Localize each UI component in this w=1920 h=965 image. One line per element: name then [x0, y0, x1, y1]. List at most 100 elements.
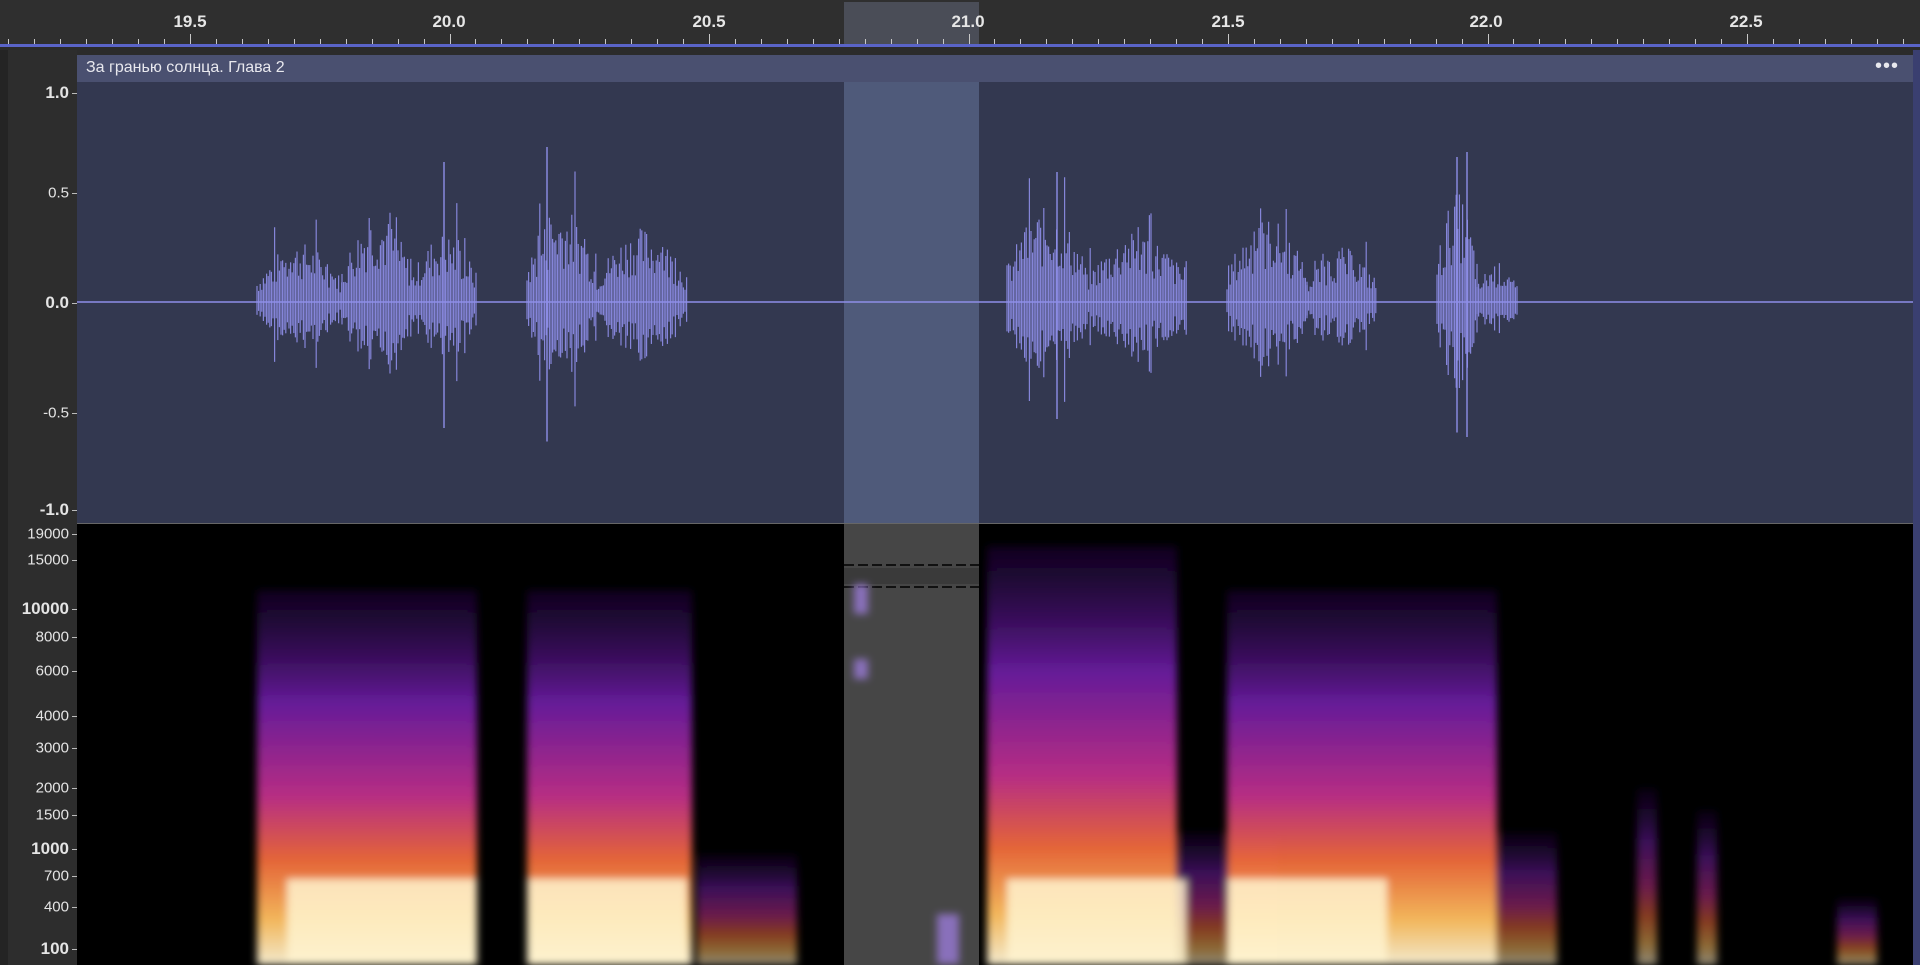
ruler-tick — [8, 39, 10, 44]
ruler-tick-label-22-5: 22.5 — [1729, 12, 1763, 31]
ruler-tick — [164, 39, 166, 44]
ruler-tick — [890, 39, 892, 44]
ruler-tick — [501, 39, 503, 44]
ruler-tick — [605, 39, 607, 44]
ruler-tick — [112, 39, 114, 44]
ruler-tick — [319, 39, 321, 44]
track-title: За гранью солнца. Глава 2 — [86, 59, 285, 76]
ruler-tick — [1357, 39, 1359, 44]
freq-label-8000: 8000 — [35, 628, 69, 646]
ruler-tick — [1202, 39, 1204, 44]
ruler-tick — [916, 39, 918, 44]
track-header[interactable]: За гранью солнца. Глава 2 ••• — [77, 55, 1913, 82]
ruler-tick — [1721, 39, 1723, 44]
track-right-border — [1913, 50, 1920, 965]
ruler-tick — [1046, 39, 1048, 44]
selection-energy — [937, 914, 959, 964]
ruler-tick-label-22-0: 22.0 — [1469, 12, 1503, 31]
ruler-tick — [1305, 39, 1307, 44]
ruler-tick — [1020, 39, 1022, 44]
ruler-tick — [241, 39, 243, 44]
ruler-tick — [683, 39, 685, 44]
freq-label-15000: 15000 — [27, 551, 69, 569]
amplitude-label-0-5: 0.5 — [48, 184, 69, 202]
ruler-tick — [267, 39, 269, 44]
ruler-tick — [1824, 39, 1826, 44]
ruler-tick — [994, 39, 996, 44]
ruler-tick — [1539, 39, 1541, 44]
amplitude-label-1-0: 1.0 — [45, 83, 69, 102]
spectrogram-energy — [1697, 810, 1717, 965]
ruler-tick — [397, 39, 399, 44]
ruler-tick — [1461, 39, 1463, 44]
ruler-tick — [1747, 34, 1748, 44]
selection-energy — [854, 659, 868, 679]
track-menu-button[interactable]: ••• — [1875, 55, 1899, 78]
ruler-tick — [60, 39, 62, 44]
ruler-tick — [864, 39, 866, 44]
ruler-tick — [215, 39, 217, 44]
ruler-tick — [1435, 39, 1437, 44]
ruler-tick — [734, 39, 736, 44]
amplitude-label-0-0: 0.0 — [45, 293, 69, 312]
ruler-tick — [709, 34, 710, 44]
selection-energy — [854, 584, 868, 614]
waveform-graphic — [77, 82, 1913, 523]
ruler-tick — [371, 39, 373, 44]
ruler-tick — [1150, 39, 1152, 44]
ruler-tick — [968, 34, 970, 44]
ruler-tick — [1331, 39, 1333, 44]
ruler-tick — [812, 39, 814, 44]
freq-label-100: 100 — [40, 939, 69, 958]
spectrogram-energy-low — [1007, 879, 1187, 965]
spectrogram-energy-low — [287, 879, 477, 965]
ruler-tick — [345, 39, 347, 44]
ruler-tick — [527, 39, 529, 44]
ruler-tick — [1253, 39, 1255, 44]
spectrogram-view[interactable] — [77, 524, 1913, 965]
ruler-tick — [449, 34, 451, 44]
ruler-tick — [1098, 39, 1100, 44]
ruler-tick — [942, 39, 944, 44]
ruler-tick — [1695, 39, 1697, 44]
spectrogram-energy — [697, 854, 797, 965]
ruler-tick — [190, 34, 191, 44]
ruler-tick — [838, 39, 840, 44]
ruler-tick — [553, 39, 555, 44]
freq-label-2000: 2000 — [35, 779, 69, 797]
waveform-view[interactable] — [77, 82, 1913, 523]
ruler-tick — [1228, 34, 1229, 44]
ruler-tick — [1850, 39, 1852, 44]
time-ruler[interactable]: 19.5 20.0 20.5 21.0 21.5 22.0 22.5 — [0, 0, 1920, 47]
ruler-tick — [1643, 39, 1645, 44]
amplitude-label-minus-1-0: -1.0 — [39, 500, 69, 519]
ruler-tick — [760, 39, 762, 44]
ruler-tick — [1617, 39, 1619, 44]
freq-label-1000: 1000 — [31, 839, 69, 858]
ruler-tick — [1409, 39, 1411, 44]
ruler-tick — [1772, 39, 1774, 44]
spectrogram-energy — [1497, 832, 1557, 965]
ruler-tick — [1487, 34, 1489, 44]
spectrogram-energy-low — [527, 879, 687, 965]
vertical-scale: 1.0 0.5 0.0 -0.5 -1.0 19000 15000 10000 … — [8, 50, 77, 965]
ruler-tick — [423, 39, 425, 44]
ruler-tick — [1902, 39, 1904, 44]
ruler-tick-label-20-5: 20.5 — [692, 12, 726, 31]
ruler-tick — [1124, 39, 1126, 44]
spectrogram-energy-low — [1227, 879, 1387, 965]
ruler-tick — [1565, 39, 1567, 44]
freq-label-700: 700 — [43, 867, 69, 885]
amplitude-label-minus-0-5: -0.5 — [43, 404, 69, 422]
ruler-tick — [1176, 39, 1178, 44]
ruler-tick — [1876, 39, 1878, 44]
ruler-tick — [34, 39, 36, 44]
spectrogram-graphic — [257, 524, 1877, 965]
ruler-tick — [631, 39, 633, 44]
spectrogram-energy — [1637, 788, 1657, 965]
ruler-tick-label-21-5: 21.5 — [1211, 12, 1245, 31]
ruler-tick — [1591, 39, 1593, 44]
freq-label-1500: 1500 — [35, 806, 69, 824]
ruler-tick — [86, 39, 88, 44]
ruler-tick-label-20-0: 20.0 — [432, 12, 466, 31]
